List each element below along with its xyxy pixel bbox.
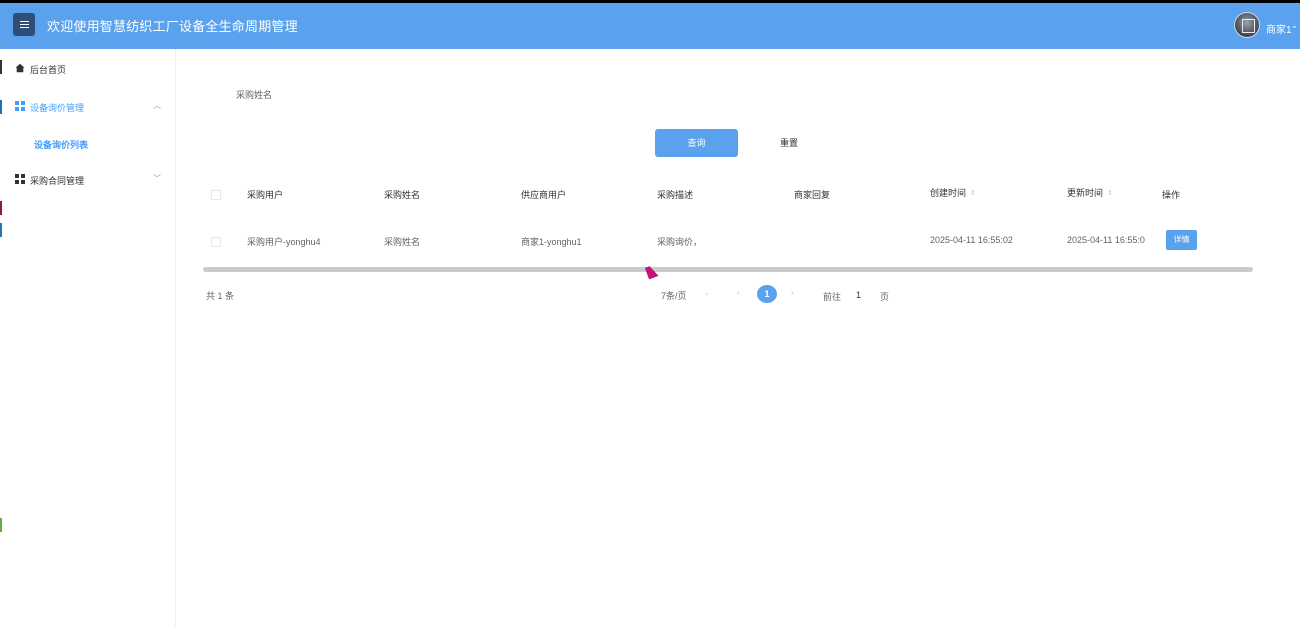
column-header: 商家回复 <box>794 190 831 200</box>
sort-icon[interactable]: ⇕ <box>1107 189 1113 197</box>
cell-purchase-user: 采购用户-yonghu4 <box>247 237 321 247</box>
cell-purchase-name: 采购姓名 <box>384 237 421 247</box>
column-header: 采购描述 <box>657 190 694 200</box>
cell-description: 采购询价， <box>657 237 703 247</box>
column-header-created[interactable]: 创建时间 ⇕ <box>930 186 976 199</box>
column-header: 采购姓名 <box>384 190 421 200</box>
page-unit-label: 页 <box>880 292 890 302</box>
main-content: 采购姓名 查询 重置 采购用户 采购姓名 供应商用户 采购描述 商家回复 创建时… <box>177 49 1300 627</box>
sidebar: 后台首页 设备询价管理 ︿ 设备询价列表 采购合同管理 ﹀ <box>0 49 176 627</box>
sidebar-item-inquiry-management[interactable]: 设备询价管理 ︿ <box>0 97 176 117</box>
chevron-up-icon: ︿ <box>153 101 161 110</box>
row-checkbox[interactable] <box>211 237 221 247</box>
hamburger-icon[interactable] <box>13 13 35 36</box>
prev-page-icon[interactable]: ‹ <box>737 288 740 297</box>
filter-label-purchase-name: 采购姓名 <box>236 90 273 100</box>
avatar-icon[interactable] <box>1234 12 1260 38</box>
chevron-down-icon: ﹀ <box>153 174 161 183</box>
sidebar-item-label: 设备询价管理 <box>30 103 85 113</box>
sidebar-item-label: 采购合同管理 <box>30 176 85 186</box>
sidebar-item-contract-management[interactable]: 采购合同管理 ﹀ <box>0 170 176 190</box>
column-header-label: 更新时间 <box>1067 188 1104 198</box>
select-all-checkbox[interactable] <box>211 190 221 200</box>
top-bar: 欢迎使用智慧纺织工厂设备全生命周期管理 商家1 ⌄ <box>0 0 1300 49</box>
cell-supplier-user: 商家1-yonghu1 <box>521 237 582 247</box>
reset-button[interactable]: 重置 <box>770 129 808 157</box>
sidebar-item-home[interactable]: 后台首页 <box>0 59 176 79</box>
chevron-down-icon[interactable]: ⌄ <box>1291 21 1298 30</box>
data-table: 采购用户 采购姓名 供应商用户 采购描述 商家回复 创建时间 ⇕ 更新时间 ⇕ 操作… <box>203 175 1279 349</box>
sidebar-item-label: 后台首页 <box>30 65 67 75</box>
sidebar-subitem-inquiry-list[interactable]: 设备询价列表 <box>34 138 88 151</box>
pagination-total: 共 1 条 <box>206 291 235 301</box>
page-size-select[interactable]: 7条/页 <box>661 289 687 302</box>
column-header: 操作 <box>1162 190 1181 200</box>
current-page-button[interactable]: 1 <box>757 285 777 303</box>
column-header: 采购用户 <box>247 190 284 200</box>
row-divider <box>229 348 1279 349</box>
column-header-label: 创建时间 <box>930 188 967 198</box>
grid-icon <box>15 101 25 111</box>
horizontal-scrollbar[interactable] <box>203 267 1253 272</box>
detail-button[interactable]: 详情 <box>1166 230 1197 250</box>
grid-icon <box>15 174 25 184</box>
app-title: 欢迎使用智慧纺织工厂设备全生命周期管理 <box>47 19 298 34</box>
query-button[interactable]: 查询 <box>655 129 738 157</box>
window-edge <box>0 60 3 560</box>
goto-label: 前往 <box>823 292 842 302</box>
goto-page-input[interactable]: 1 <box>856 290 861 300</box>
user-name[interactable]: 商家1 <box>1266 21 1292 36</box>
home-icon <box>15 63 25 73</box>
sort-icon[interactable]: ⇕ <box>970 189 976 197</box>
cell-updated: 2025-04-11 16:55:0 <box>1067 235 1145 245</box>
column-header-updated[interactable]: 更新时间 ⇕ <box>1067 186 1113 199</box>
cell-created: 2025-04-11 16:55:02 <box>930 235 1013 245</box>
column-header: 供应商用户 <box>521 190 567 200</box>
next-page-icon[interactable]: › <box>791 288 794 297</box>
chevron-down-icon[interactable]: ⌄ <box>704 289 710 297</box>
